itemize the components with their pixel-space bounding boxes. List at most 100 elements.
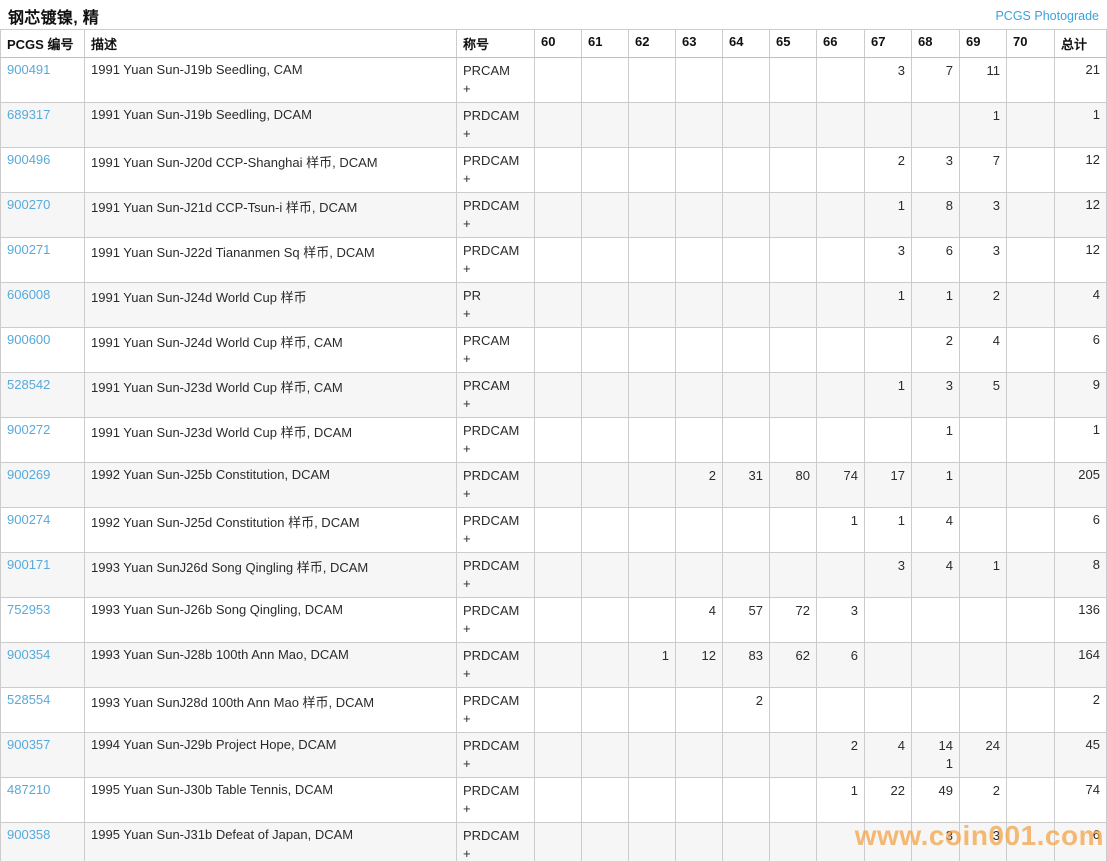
- grade-64-cell: [723, 553, 770, 598]
- table-row: 9001711993 Yuan SunJ26d Song Qingling 样币…: [1, 553, 1107, 598]
- pcgs-number-link[interactable]: 900600: [7, 332, 50, 347]
- table-row: 7529531993 Yuan Sun-J26b Song Qingling, …: [1, 598, 1107, 643]
- grade-69-cell: [960, 598, 1007, 643]
- designation-cell: PRDCAM+: [457, 508, 535, 553]
- pcgs-number-cell: 900496: [1, 148, 85, 193]
- col-header-grade-65: 65: [770, 30, 817, 58]
- grade-60-cell: [535, 283, 582, 328]
- table-row: 9003571994 Yuan Sun-J29b Project Hope, D…: [1, 733, 1107, 778]
- grade-64-cell: [723, 58, 770, 103]
- grade-61-cell: [582, 373, 629, 418]
- coin-description: 1992 Yuan Sun-J25b Constitution, DCAM: [85, 463, 457, 508]
- grade-70-cell: [1007, 373, 1055, 418]
- grade-64-cell: [723, 508, 770, 553]
- grade-61-cell: [582, 688, 629, 733]
- grade-63-cell: [676, 553, 723, 598]
- pcgs-number-link[interactable]: 606008: [7, 287, 50, 302]
- grade-68-cell: 1: [912, 463, 960, 508]
- grade-68-cell: 6: [912, 238, 960, 283]
- grade-61-cell: [582, 418, 629, 463]
- grade-62-cell: 1: [629, 643, 676, 688]
- pcgs-number-link[interactable]: 689317: [7, 107, 50, 122]
- pcgs-number-link[interactable]: 528542: [7, 377, 50, 392]
- grade-60-cell: [535, 823, 582, 861]
- grade-69-cell: [960, 688, 1007, 733]
- grade-66-cell: [817, 328, 865, 373]
- pcgs-number-link[interactable]: 900358: [7, 827, 50, 842]
- pcgs-number-cell: 900272: [1, 418, 85, 463]
- pcgs-number-link[interactable]: 900171: [7, 557, 50, 572]
- grade-64-cell: [723, 283, 770, 328]
- grade-64-cell: [723, 238, 770, 283]
- grade-60-cell: [535, 373, 582, 418]
- pcgs-photograde-link[interactable]: PCGS Photograde: [995, 9, 1099, 23]
- designation-cell: PRDCAM+: [457, 733, 535, 778]
- grade-67-cell: [865, 823, 912, 861]
- grade-68-cell: [912, 688, 960, 733]
- pcgs-number-cell: 528554: [1, 688, 85, 733]
- grade-68-cell: 4: [912, 553, 960, 598]
- pcgs-number-link[interactable]: 900496: [7, 152, 50, 167]
- grade-69-cell: 3: [960, 238, 1007, 283]
- designation-cell: PRCAM+: [457, 328, 535, 373]
- col-header-grade-68: 68: [912, 30, 960, 58]
- pcgs-number-link[interactable]: 900357: [7, 737, 50, 752]
- grade-64-cell: [723, 418, 770, 463]
- grade-67-cell: 3: [865, 238, 912, 283]
- grade-69-cell: 3: [960, 823, 1007, 861]
- grade-65-cell: [770, 733, 817, 778]
- col-header-grade-62: 62: [629, 30, 676, 58]
- grade-70-cell: [1007, 193, 1055, 238]
- grade-61-cell: [582, 283, 629, 328]
- pcgs-number-cell: 487210: [1, 778, 85, 823]
- grade-63-cell: [676, 823, 723, 861]
- grade-62-cell: [629, 553, 676, 598]
- grade-63-cell: [676, 418, 723, 463]
- pcgs-number-link[interactable]: 900270: [7, 197, 50, 212]
- total-cell: 4: [1055, 283, 1107, 328]
- grade-68-cell: 3: [912, 373, 960, 418]
- grade-65-cell: [770, 688, 817, 733]
- grade-65-cell: [770, 193, 817, 238]
- grade-60-cell: [535, 418, 582, 463]
- total-cell: 164: [1055, 643, 1107, 688]
- top-bar: 钢芯镀镍, 精 PCGS Photograde: [0, 0, 1107, 29]
- grade-62-cell: [629, 283, 676, 328]
- coin-description: 1992 Yuan Sun-J25d Constitution 样币, DCAM: [85, 508, 457, 553]
- grade-65-cell: [770, 553, 817, 598]
- pcgs-number-link[interactable]: 900354: [7, 647, 50, 662]
- pcgs-number-link[interactable]: 752953: [7, 602, 50, 617]
- pcgs-number-link[interactable]: 900274: [7, 512, 50, 527]
- pcgs-number-cell: 900171: [1, 553, 85, 598]
- grade-68-cell: 8: [912, 193, 960, 238]
- grade-70-cell: [1007, 688, 1055, 733]
- grade-66-cell: 74: [817, 463, 865, 508]
- coin-description: 1991 Yuan Sun-J24d World Cup 样币, CAM: [85, 328, 457, 373]
- pcgs-number-link[interactable]: 528554: [7, 692, 50, 707]
- grade-67-cell: 1: [865, 508, 912, 553]
- grade-69-cell: 5: [960, 373, 1007, 418]
- grade-65-cell: [770, 58, 817, 103]
- grade-63-cell: [676, 238, 723, 283]
- population-table: PCGS 编号描述称号6061626364656667686970总计 9004…: [0, 29, 1107, 861]
- col-header-grade-66: 66: [817, 30, 865, 58]
- pcgs-number-link[interactable]: 900491: [7, 62, 50, 77]
- pcgs-number-cell: 752953: [1, 598, 85, 643]
- grade-69-cell: 24: [960, 733, 1007, 778]
- total-cell: 8: [1055, 553, 1107, 598]
- grade-70-cell: [1007, 553, 1055, 598]
- pcgs-number-link[interactable]: 900271: [7, 242, 50, 257]
- table-header-row: PCGS 编号描述称号6061626364656667686970总计: [1, 30, 1107, 58]
- pcgs-number-link[interactable]: 900269: [7, 467, 50, 482]
- grade-60-cell: [535, 148, 582, 193]
- grade-65-cell: 72: [770, 598, 817, 643]
- pcgs-number-link[interactable]: 900272: [7, 422, 50, 437]
- pcgs-number-cell: 900271: [1, 238, 85, 283]
- coin-description: 1993 Yuan Sun-J28b 100th Ann Mao, DCAM: [85, 643, 457, 688]
- pcgs-number-link[interactable]: 487210: [7, 782, 50, 797]
- grade-67-cell: [865, 103, 912, 148]
- total-cell: 12: [1055, 193, 1107, 238]
- total-cell: 136: [1055, 598, 1107, 643]
- table-row: 6893171991 Yuan Sun-J19b Seedling, DCAMP…: [1, 103, 1107, 148]
- coin-description: 1991 Yuan Sun-J23d World Cup 样币, CAM: [85, 373, 457, 418]
